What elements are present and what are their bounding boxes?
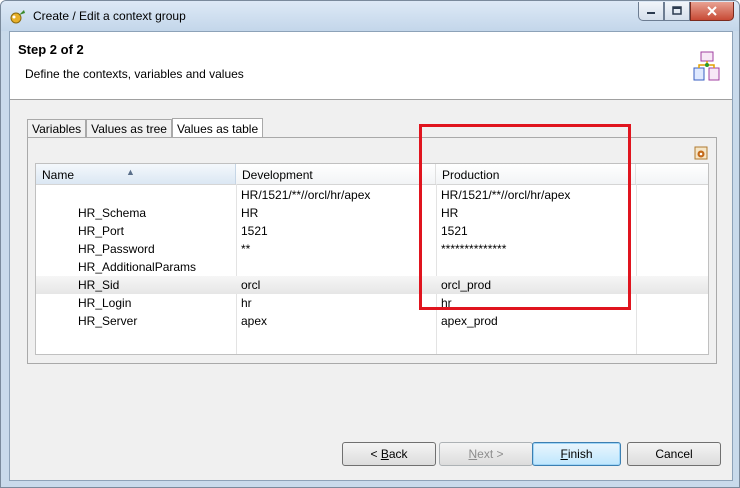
- wizard-header: Step 2 of 2 Define the contexts, variabl…: [10, 32, 732, 100]
- column-header-filler: [636, 164, 708, 184]
- title-bar[interactable]: Create / Edit a context group: [1, 1, 739, 31]
- production-value-cell[interactable]: 1521: [436, 222, 636, 240]
- context-wizard-icon: [693, 51, 720, 81]
- next-mnemonic: N: [468, 447, 478, 461]
- production-value-cell[interactable]: HR: [436, 204, 636, 222]
- development-value-cell[interactable]: [236, 258, 436, 276]
- variable-name-cell: HR_Sid: [78, 278, 120, 292]
- tab-strip: Variables Values as tree Values as table: [27, 118, 264, 139]
- caption-buttons: [638, 2, 734, 22]
- tab-values-as-table[interactable]: Values as table: [171, 118, 264, 139]
- window-title: Create / Edit a context group: [33, 9, 186, 23]
- table-header: ▲ Name Development Production: [36, 164, 708, 185]
- tab-folder: Variables Values as tree Values as table…: [27, 118, 717, 364]
- table-row[interactable]: HR_AdditionalParams: [36, 258, 708, 276]
- table-row[interactable]: HR_Port 1521 1521: [36, 222, 708, 240]
- tab-variables[interactable]: Variables: [27, 119, 87, 138]
- development-value-cell[interactable]: 1521: [236, 222, 436, 240]
- table-row-selected[interactable]: HR_Sid orcl orcl_prod: [36, 276, 708, 294]
- development-value-cell[interactable]: HR: [236, 204, 436, 222]
- production-value-cell[interactable]: orcl_prod: [436, 276, 636, 294]
- configure-contexts-icon[interactable]: [694, 146, 708, 160]
- development-value-cell[interactable]: hr: [236, 294, 436, 312]
- finish-button[interactable]: Finish: [532, 442, 621, 466]
- close-button[interactable]: [690, 2, 734, 21]
- table-row[interactable]: HR/1521/**//orcl/hr/apex HR/1521/**//orc…: [36, 186, 708, 204]
- column-header-name[interactable]: ▲ Name: [36, 164, 236, 184]
- production-value-cell[interactable]: apex_prod: [436, 312, 636, 330]
- maximize-button[interactable]: [664, 2, 690, 21]
- variable-name-cell: HR_Schema: [78, 206, 147, 220]
- table-row[interactable]: HR_Login hr hr: [36, 294, 708, 312]
- maximize-icon: [672, 6, 682, 15]
- tab-values-as-tree[interactable]: Values as tree: [86, 119, 172, 138]
- variable-name-cell: HR_Server: [78, 314, 138, 328]
- dialog-window: Create / Edit a context group Step 2 of …: [0, 0, 740, 488]
- variable-name-cell: HR_Login: [78, 296, 132, 310]
- production-value-cell[interactable]: HR/1521/**//orcl/hr/apex: [436, 186, 636, 204]
- table-row[interactable]: HR_Server apex apex_prod: [36, 312, 708, 330]
- back-mnemonic: B: [380, 447, 389, 461]
- column-name-label: Name: [42, 168, 75, 182]
- development-value-cell[interactable]: HR/1521/**//orcl/hr/apex: [236, 186, 436, 204]
- minimize-icon: [647, 12, 655, 14]
- finish-label-rest: inish: [567, 447, 593, 461]
- production-value-cell[interactable]: **************: [436, 240, 636, 258]
- column-header-production[interactable]: Production: [436, 164, 636, 184]
- production-value-cell[interactable]: hr: [436, 294, 636, 312]
- step-description: Define the contexts, variables and value…: [25, 67, 244, 81]
- variable-name-cell: HR_AdditionalParams: [78, 260, 197, 274]
- app-icon: [10, 10, 25, 24]
- sort-ascending-icon: ▲: [126, 167, 135, 177]
- variable-name-cell: HR_Port: [78, 224, 125, 238]
- back-label-rest: ack: [388, 447, 408, 461]
- variable-name-cell: [36, 186, 236, 204]
- step-title: Step 2 of 2: [18, 42, 84, 57]
- close-icon: [707, 6, 717, 16]
- development-value-cell[interactable]: orcl: [236, 276, 436, 294]
- values-as-table-panel: ▲ Name Development Production HR/1521/**…: [27, 137, 717, 364]
- variable-name-cell: HR_Password: [78, 242, 155, 256]
- finish-mnemonic: F: [560, 447, 568, 461]
- context-values-table: ▲ Name Development Production HR/1521/**…: [35, 163, 709, 355]
- next-label-rest: ext >: [477, 447, 504, 461]
- minimize-button[interactable]: [638, 2, 664, 21]
- production-value-cell[interactable]: [436, 258, 636, 276]
- cancel-button[interactable]: Cancel: [627, 442, 721, 466]
- back-button[interactable]: < Back: [342, 442, 436, 466]
- development-value-cell[interactable]: **: [236, 240, 436, 258]
- column-header-development[interactable]: Development: [236, 164, 436, 184]
- table-row[interactable]: HR_Schema HR HR: [36, 204, 708, 222]
- next-button[interactable]: Next >: [439, 442, 533, 466]
- development-value-cell[interactable]: apex: [236, 312, 436, 330]
- dialog-client-area: Step 2 of 2 Define the contexts, variabl…: [9, 31, 733, 481]
- back-prefix: <: [370, 447, 381, 461]
- table-row[interactable]: HR_Password ** **************: [36, 240, 708, 258]
